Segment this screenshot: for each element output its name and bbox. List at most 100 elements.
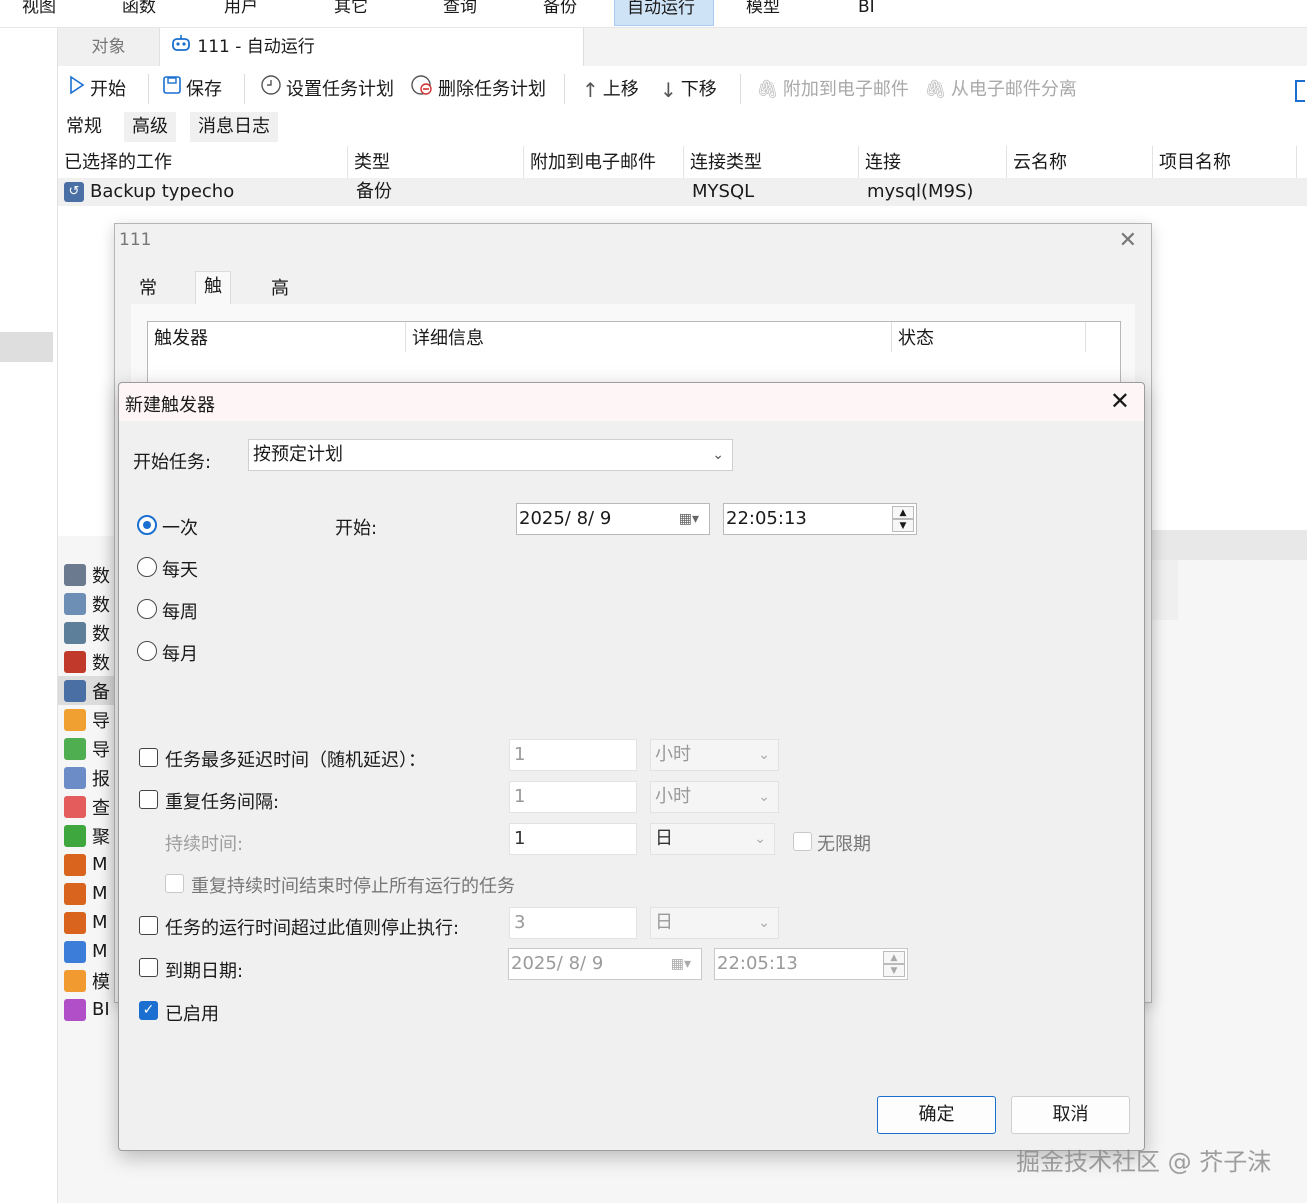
start-task-select[interactable]: 按预定计划 ⌄ [248, 439, 733, 471]
save-button[interactable]: 保存 [162, 74, 222, 106]
tab-general[interactable]: 常规 [58, 112, 110, 142]
tab-triggers[interactable]: 触发器 [195, 271, 231, 357]
tab-object[interactable]: 对象 [58, 28, 160, 66]
list-item[interactable]: 数 [58, 589, 122, 618]
delay-value-input[interactable]: 1 [509, 739, 637, 771]
menu-automation[interactable]: 自动运行 [614, 0, 714, 26]
spin-up-icon[interactable]: ▲ [892, 506, 914, 519]
duration-value-input[interactable]: 1 [509, 823, 637, 855]
set-schedule-button[interactable]: 设置任务计划 [260, 74, 394, 106]
spin-up-icon[interactable]: ▲ [883, 951, 905, 964]
list-item[interactable]: 数 [58, 647, 122, 676]
repeat-checkbox[interactable] [139, 790, 158, 809]
tab-automation-111[interactable]: 111 - 自动运行 [160, 28, 584, 66]
list-item[interactable]: M [58, 908, 122, 937]
column-header[interactable]: 连接类型 [684, 146, 859, 178]
stop-if-label[interactable]: 任务的运行时间超过此值则停止执行: [165, 914, 459, 940]
list-item[interactable]: 数 [58, 618, 122, 647]
indefinite-label[interactable]: 无限期 [817, 830, 871, 856]
tab-general[interactable]: 常规 [131, 274, 165, 329]
spin-down-icon[interactable]: ▼ [883, 964, 905, 977]
radio-daily-label[interactable]: 每天 [162, 556, 198, 582]
list-item[interactable]: 模 [58, 966, 122, 995]
column-header[interactable]: 详细信息 [406, 322, 892, 352]
time-spinner[interactable]: ▲ ▼ [883, 951, 905, 977]
menu-bi[interactable]: BI [846, 0, 887, 26]
list-item[interactable]: 备 [58, 676, 122, 705]
stop-if-checkbox[interactable] [139, 916, 158, 935]
column-header[interactable]: 项目名称 [1153, 146, 1297, 178]
start-date-picker[interactable]: 2025/ 8/ 9 ▦▾ [516, 503, 710, 535]
move-up-button[interactable]: ↑ 上移 [582, 74, 639, 106]
move-down-button[interactable]: ↓ 下移 [660, 74, 717, 106]
column-header[interactable]: 附加到电子邮件 [524, 146, 684, 178]
column-header[interactable]: 已选择的工作 [58, 146, 348, 178]
column-header[interactable]: 状态 [892, 322, 1086, 352]
delay-label[interactable]: 任务最多延迟时间（随机延迟）： [165, 746, 426, 772]
repeat-unit-select[interactable]: 小时 ⌄ [650, 781, 779, 813]
stop-if-value-input[interactable]: 3 [509, 907, 637, 939]
dialog-title: 111 [119, 230, 152, 250]
repeat-value-input[interactable]: 1 [509, 781, 637, 813]
radio-once[interactable] [137, 515, 157, 535]
repeat-label[interactable]: 重复任务间隔: [165, 788, 279, 814]
expire-time-input[interactable]: 22:05:13 ▲ ▼ [714, 948, 908, 980]
delete-schedule-button[interactable]: 删除任务计划 [410, 74, 546, 106]
maximize-icon[interactable] [1295, 80, 1305, 102]
list-item-label: 数 [92, 652, 110, 674]
tab-advanced[interactable]: 高级 [263, 274, 297, 329]
enabled-checkbox[interactable]: ✓ [139, 1001, 158, 1020]
expire-date-picker[interactable]: 2025/ 8/ 9 ▦▾ [508, 948, 702, 980]
detach-email-button[interactable]: 🖇 从电子邮件分离 [924, 74, 1077, 106]
attach-email-button[interactable]: 🖇 附加到电子邮件 [756, 74, 909, 106]
column-header[interactable]: 类型 [348, 146, 524, 178]
column-header[interactable]: 云名称 [1007, 146, 1153, 178]
list-item[interactable]: BI [58, 995, 122, 1024]
expire-label[interactable]: 到期日期: [165, 957, 243, 983]
stop-all-label[interactable]: 重复持续时间结束时停止所有运行的任务 [191, 872, 515, 898]
indefinite-checkbox[interactable] [793, 832, 812, 851]
menu-view[interactable]: 视图 [10, 0, 68, 26]
radio-monthly[interactable] [137, 641, 157, 661]
time-spinner[interactable]: ▲ ▼ [892, 506, 914, 532]
delay-unit-select[interactable]: 小时 ⌄ [650, 739, 779, 771]
ok-button[interactable]: 确定 [877, 1096, 996, 1134]
start-button[interactable]: 开始 [68, 74, 126, 106]
duration-unit-select[interactable]: 日 ⌄ [650, 823, 775, 855]
column-header[interactable]: 连接 [859, 146, 1007, 178]
start-time-input[interactable]: 22:05:13 ▲ ▼ [723, 503, 917, 535]
spin-down-icon[interactable]: ▼ [892, 519, 914, 532]
list-item[interactable]: M [58, 937, 122, 966]
menu-model[interactable]: 模型 [734, 0, 792, 26]
list-item[interactable]: M [58, 850, 122, 879]
radio-weekly-label[interactable]: 每周 [162, 598, 198, 624]
stop-all-checkbox[interactable] [165, 874, 184, 893]
tab-advanced[interactable]: 高级 [124, 112, 176, 142]
radio-once-label[interactable]: 一次 [162, 514, 198, 540]
list-item[interactable]: 聚 [58, 821, 122, 850]
stop-if-unit-select[interactable]: 日 ⌄ [650, 907, 779, 939]
list-item[interactable]: 查 [58, 792, 122, 821]
delay-checkbox[interactable] [139, 748, 158, 767]
tab-message-log[interactable]: 消息日志 [190, 112, 278, 142]
menu-users[interactable]: 用户 [212, 0, 270, 26]
radio-monthly-label[interactable]: 每月 [162, 640, 198, 666]
expire-checkbox[interactable] [139, 958, 158, 977]
list-item[interactable]: 数 [58, 560, 122, 589]
close-icon[interactable]: ✕ [1119, 228, 1137, 253]
radio-weekly[interactable] [137, 599, 157, 619]
menu-others[interactable]: 其它 [322, 0, 380, 26]
enabled-label[interactable]: 已启用 [165, 1000, 219, 1026]
close-icon[interactable]: ✕ [1110, 387, 1130, 415]
list-item[interactable]: 导 [58, 734, 122, 763]
cancel-button[interactable]: 取消 [1011, 1096, 1130, 1134]
menu-backup[interactable]: 备份 [531, 0, 589, 26]
menu-query[interactable]: 查询 [431, 0, 489, 26]
menu-functions[interactable]: 函数 [110, 0, 168, 26]
list-item[interactable]: M [58, 879, 122, 908]
list-item[interactable]: 导 [58, 705, 122, 734]
table-row[interactable]: ↺ Backup typecho 备份 MYSQL mysql(M9S) [58, 178, 1307, 206]
list-item[interactable]: 报 [58, 763, 122, 792]
column-header[interactable]: 触发器 [148, 322, 406, 352]
radio-daily[interactable] [137, 557, 157, 577]
